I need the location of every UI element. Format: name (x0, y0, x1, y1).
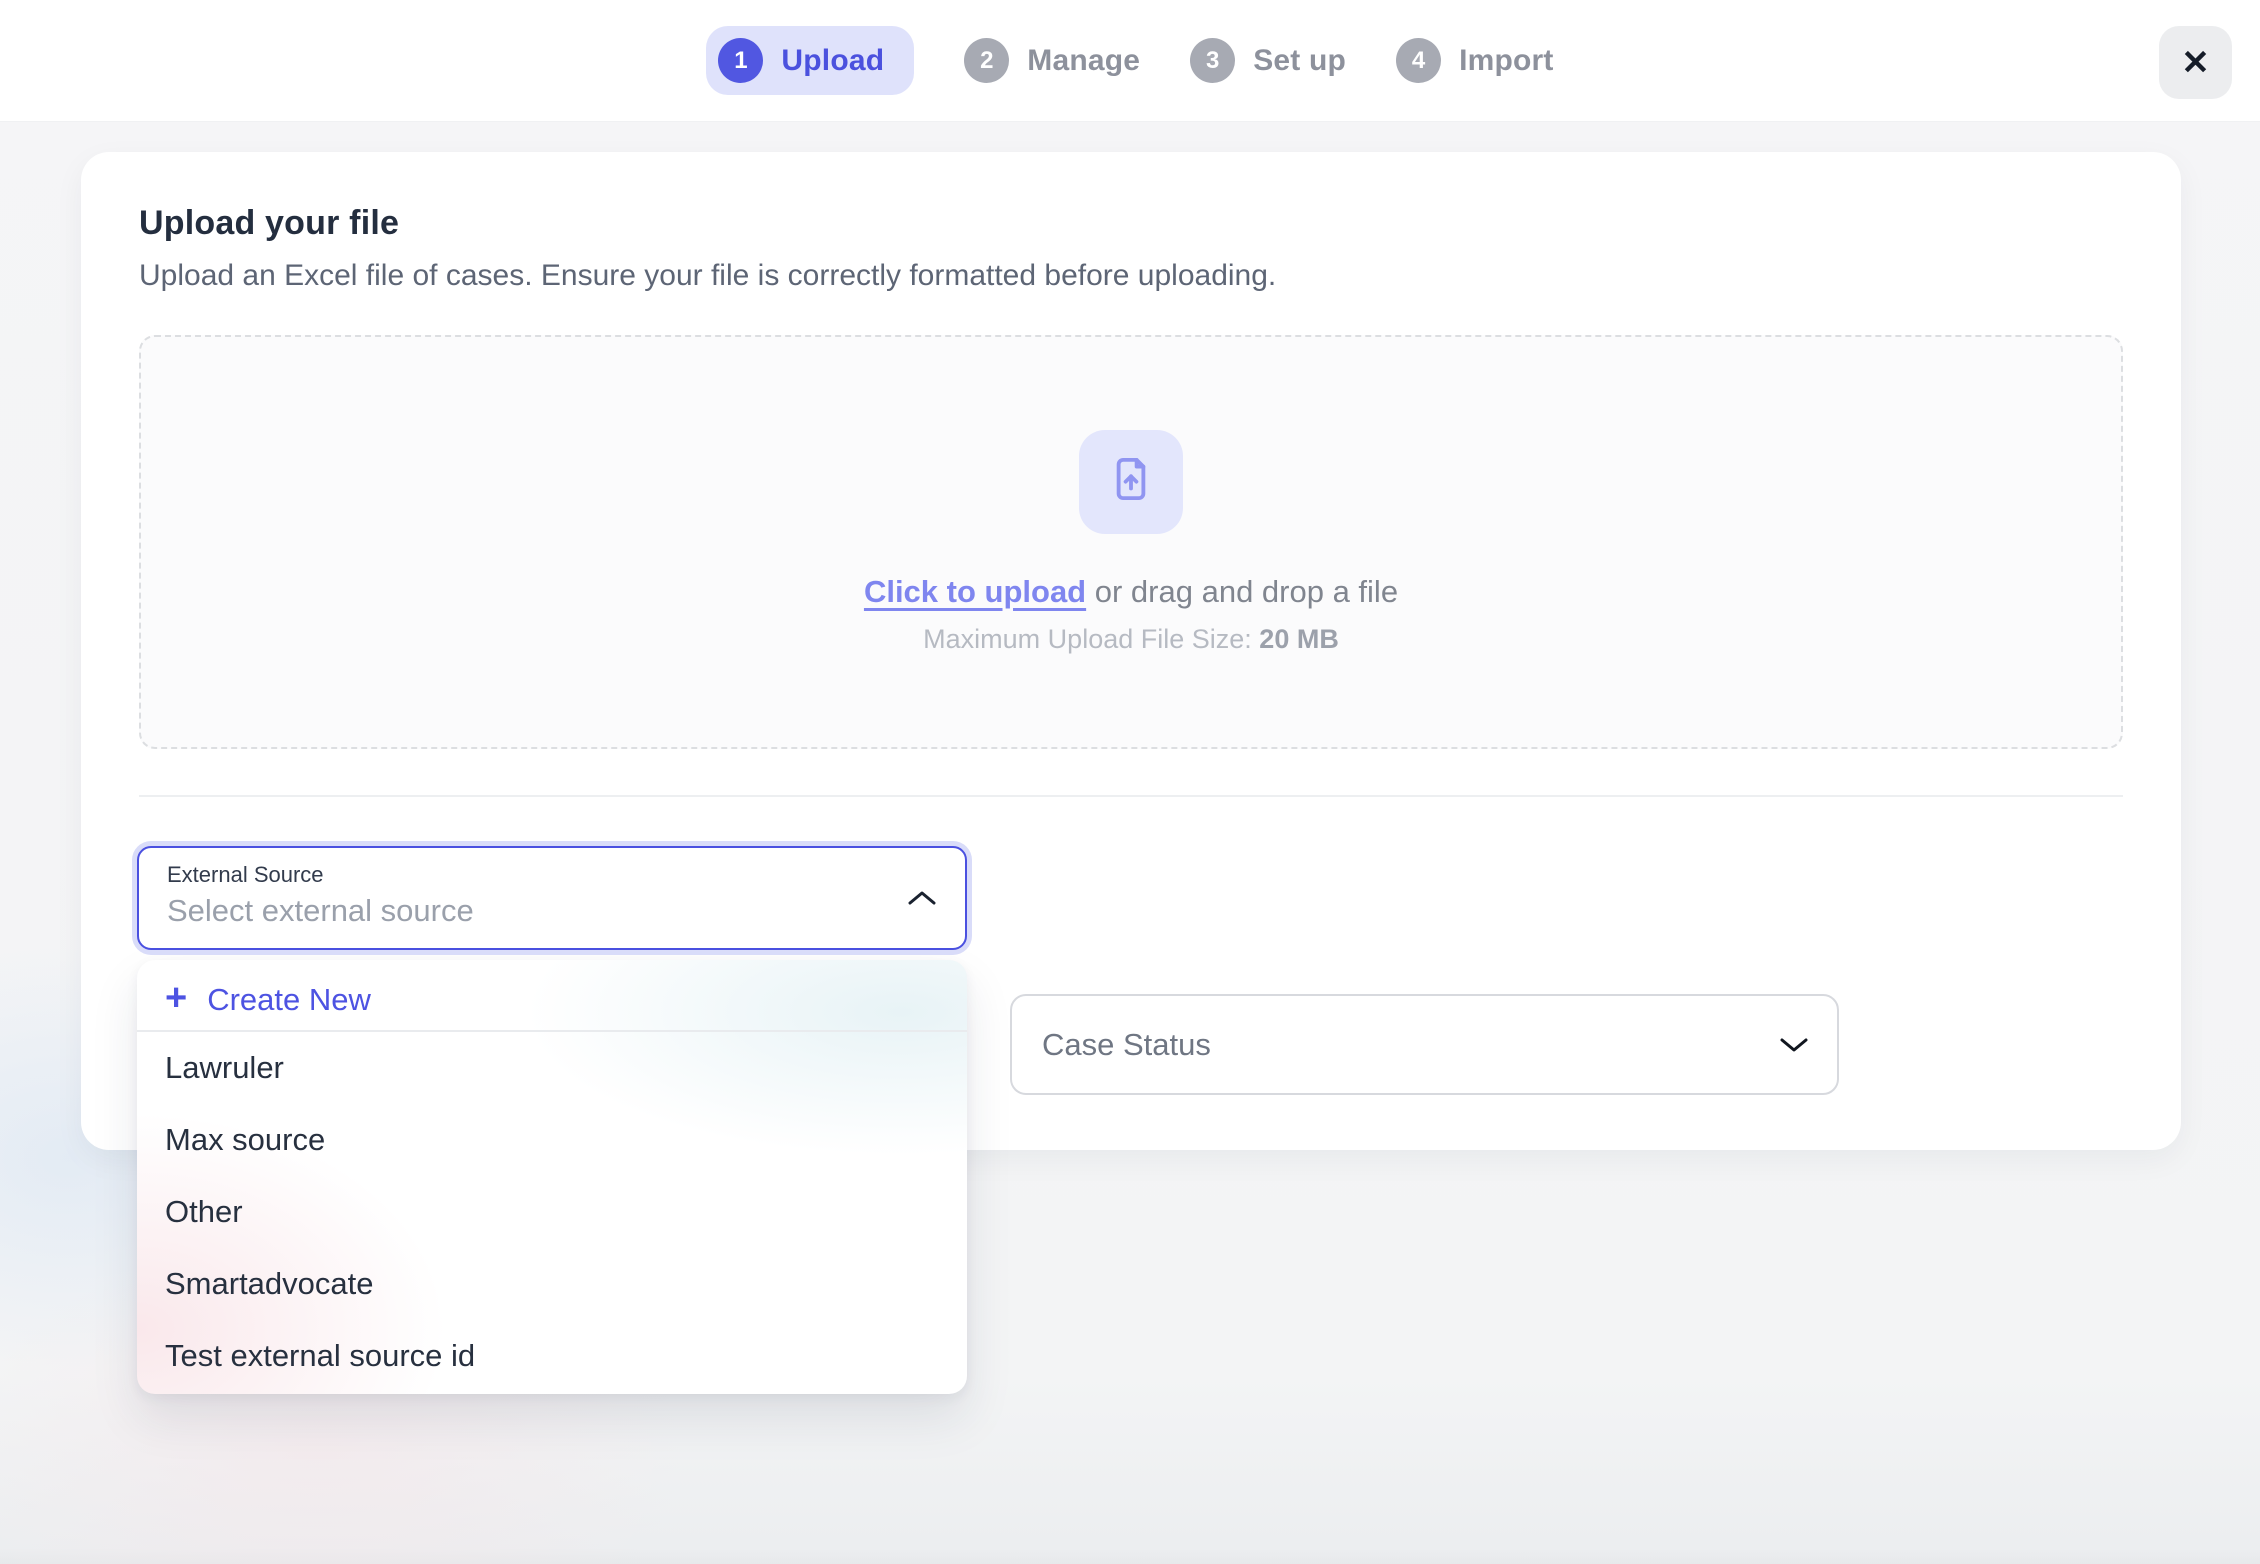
step-manage[interactable]: 2 Manage (964, 38, 1140, 83)
dropdown-option-smartadvocate[interactable]: Smartadvocate (137, 1248, 967, 1320)
page-subtitle: Upload an Excel file of cases. Ensure yo… (139, 259, 2123, 293)
step-label: Upload (781, 44, 884, 78)
dropdown-option-lawruler[interactable]: Lawruler (137, 1032, 967, 1104)
step-label: Set up (1253, 44, 1346, 78)
external-source-dropdown: + Create New Lawruler Max source Other S… (137, 960, 967, 1394)
drag-drop-hint: or drag and drop a file (1095, 574, 1398, 609)
external-source-label: External Source (167, 862, 895, 888)
step-label: Import (1459, 44, 1554, 78)
max-size-value: 20 MB (1259, 624, 1339, 654)
dropzone-instruction: Click to upload or drag and drop a file (864, 574, 1398, 610)
step-import[interactable]: 4 Import (1396, 38, 1554, 83)
external-source-select[interactable]: External Source Select external source (137, 846, 967, 950)
step-number-badge: 3 (1190, 38, 1235, 83)
create-new-option[interactable]: + Create New (137, 970, 967, 1030)
external-source-placeholder: Select external source (167, 893, 895, 929)
file-upload-icon (1104, 452, 1158, 511)
step-number-badge: 4 (1396, 38, 1441, 83)
page-title: Upload your file (139, 204, 2123, 243)
wizard-stepper: 1 Upload 2 Manage 3 Set up 4 Import (706, 26, 1553, 95)
step-number-badge: 2 (964, 38, 1009, 83)
plus-icon: + (165, 979, 187, 1017)
max-size-label: Maximum Upload File Size: (923, 624, 1252, 654)
chevron-down-icon (1779, 1036, 1809, 1054)
upload-wizard-modal: 1 Upload 2 Manage 3 Set up 4 Import ✕ Up… (0, 0, 2260, 1564)
click-to-upload-link[interactable]: Click to upload (864, 574, 1086, 609)
file-dropzone[interactable]: Click to upload or drag and drop a file … (139, 335, 2123, 749)
dropdown-option-max-source[interactable]: Max source (137, 1104, 967, 1176)
dropdown-option-other[interactable]: Other (137, 1176, 967, 1248)
case-status-select[interactable]: Case Status (1010, 994, 1839, 1095)
close-button[interactable]: ✕ (2159, 26, 2232, 99)
case-status-placeholder: Case Status (1042, 1027, 1211, 1063)
wizard-header: 1 Upload 2 Manage 3 Set up 4 Import (0, 0, 2260, 122)
max-file-size-note: Maximum Upload File Size: 20 MB (923, 624, 1339, 655)
close-icon: ✕ (2181, 43, 2210, 83)
step-set-up[interactable]: 3 Set up (1190, 38, 1346, 83)
step-upload[interactable]: 1 Upload (706, 26, 914, 95)
chevron-up-icon (907, 889, 937, 907)
section-divider (139, 795, 2123, 797)
step-number-badge: 1 (718, 38, 763, 83)
step-label: Manage (1027, 44, 1140, 78)
upload-icon-tile (1079, 430, 1183, 534)
create-new-label: Create New (207, 982, 371, 1018)
dropdown-option-test-external-source-id[interactable]: Test external source id (137, 1320, 967, 1392)
